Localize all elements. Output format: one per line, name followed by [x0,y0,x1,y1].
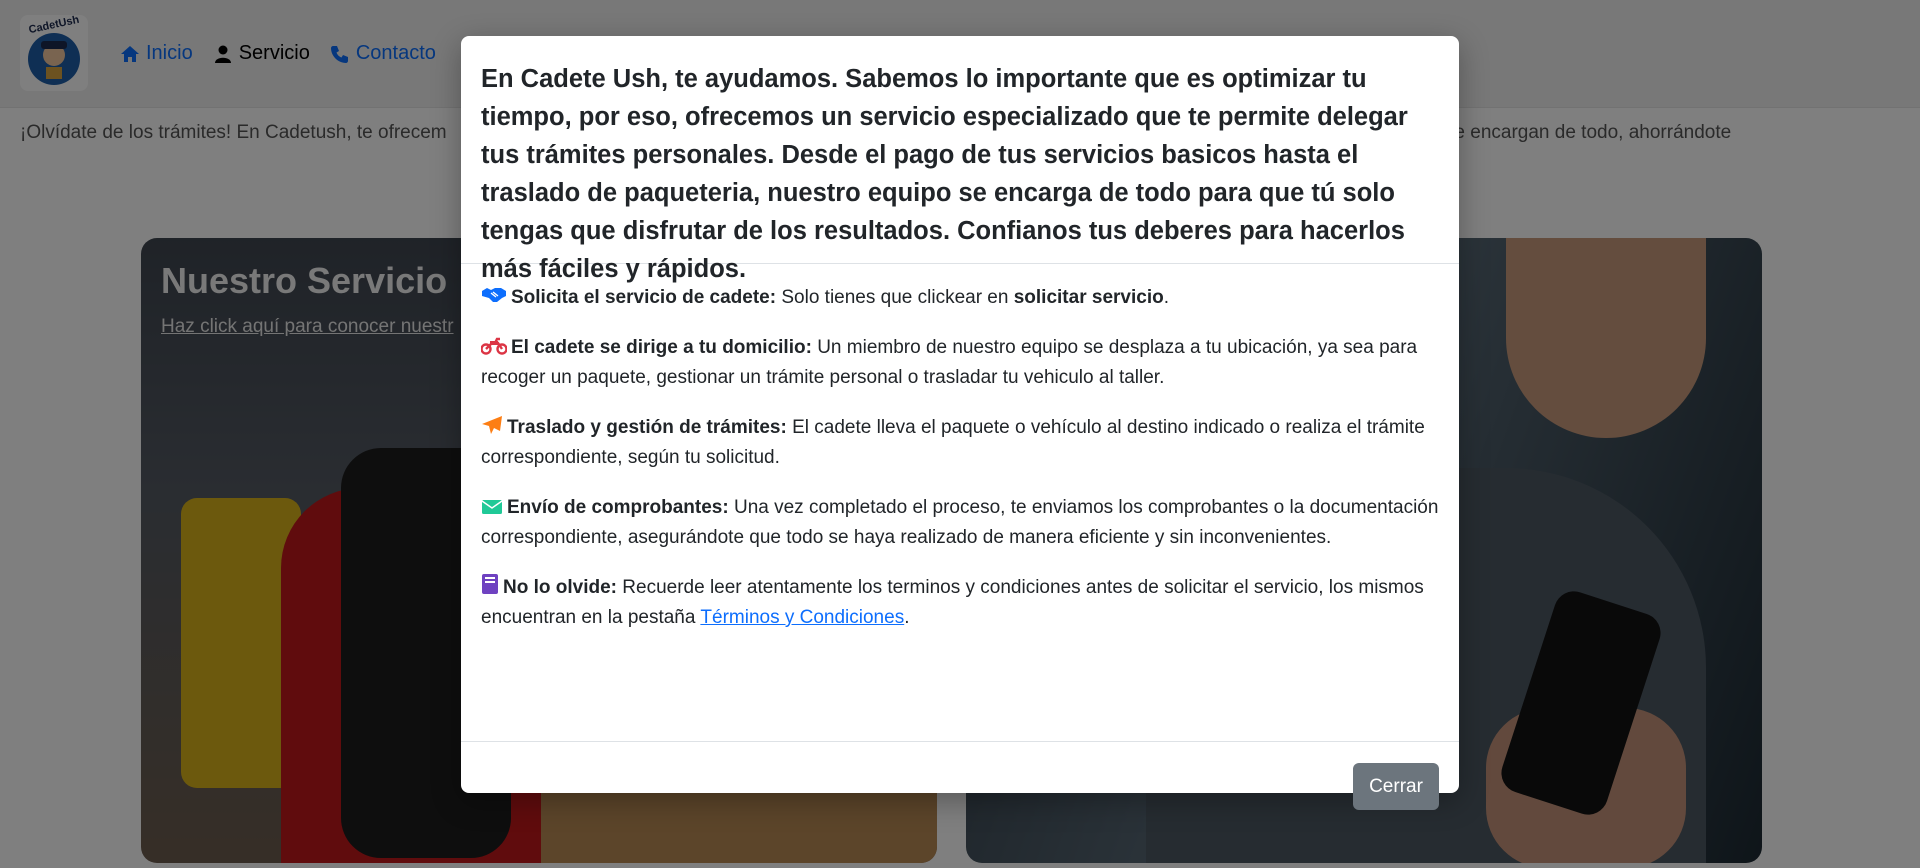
step-domicilio: El cadete se dirige a tu domicilio: Un m… [481,333,1439,393]
envelope-icon [481,500,503,514]
step-no-olvide: No lo olvide: Recuerde leer atentamente … [481,573,1439,633]
step-comprobantes-title: Envío de comprobantes: [507,497,729,518]
book-icon [482,574,498,594]
step-comprobantes: Envío de comprobantes: Una vez completad… [481,493,1439,553]
handshake-icon [482,288,506,302]
step-solicita: Solicita el servicio de cadete: Solo tie… [481,283,1439,313]
modal-intro: En Cadete Ush, te ayudamos. Sabemos lo i… [481,65,1408,283]
step-traslado: Traslado y gestión de trámites: El cadet… [481,413,1439,473]
step-no-olvide-after: . [904,607,910,628]
step-solicita-title: Solicita el servicio de cadete: [511,287,777,308]
modal-body: Solicita el servicio de cadete: Solo tie… [461,265,1459,740]
modal-footer: Cerrar [461,741,1459,810]
close-button[interactable]: Cerrar [1353,763,1439,810]
paper-plane-icon [482,416,502,434]
motorcycle-icon [481,337,507,355]
step-solicita-after: . [1163,287,1169,308]
step-domicilio-title: El cadete se dirige a tu domicilio: [511,337,812,358]
service-modal: En Cadete Ush, te ayudamos. Sabemos lo i… [461,36,1459,810]
step-no-olvide-title: No lo olvide: [503,577,617,598]
step-solicita-text: Solo tienes que clickear en [781,287,1009,308]
modal-header: En Cadete Ush, te ayudamos. Sabemos lo i… [461,36,1459,283]
terminos-link[interactable]: Términos y Condiciones [700,607,904,628]
step-solicita-strong: solicitar servicio [1013,287,1164,308]
step-traslado-title: Traslado y gestión de trámites: [507,417,787,438]
step-no-olvide-text: Recuerde leer atentamente los terminos y… [481,577,1424,628]
